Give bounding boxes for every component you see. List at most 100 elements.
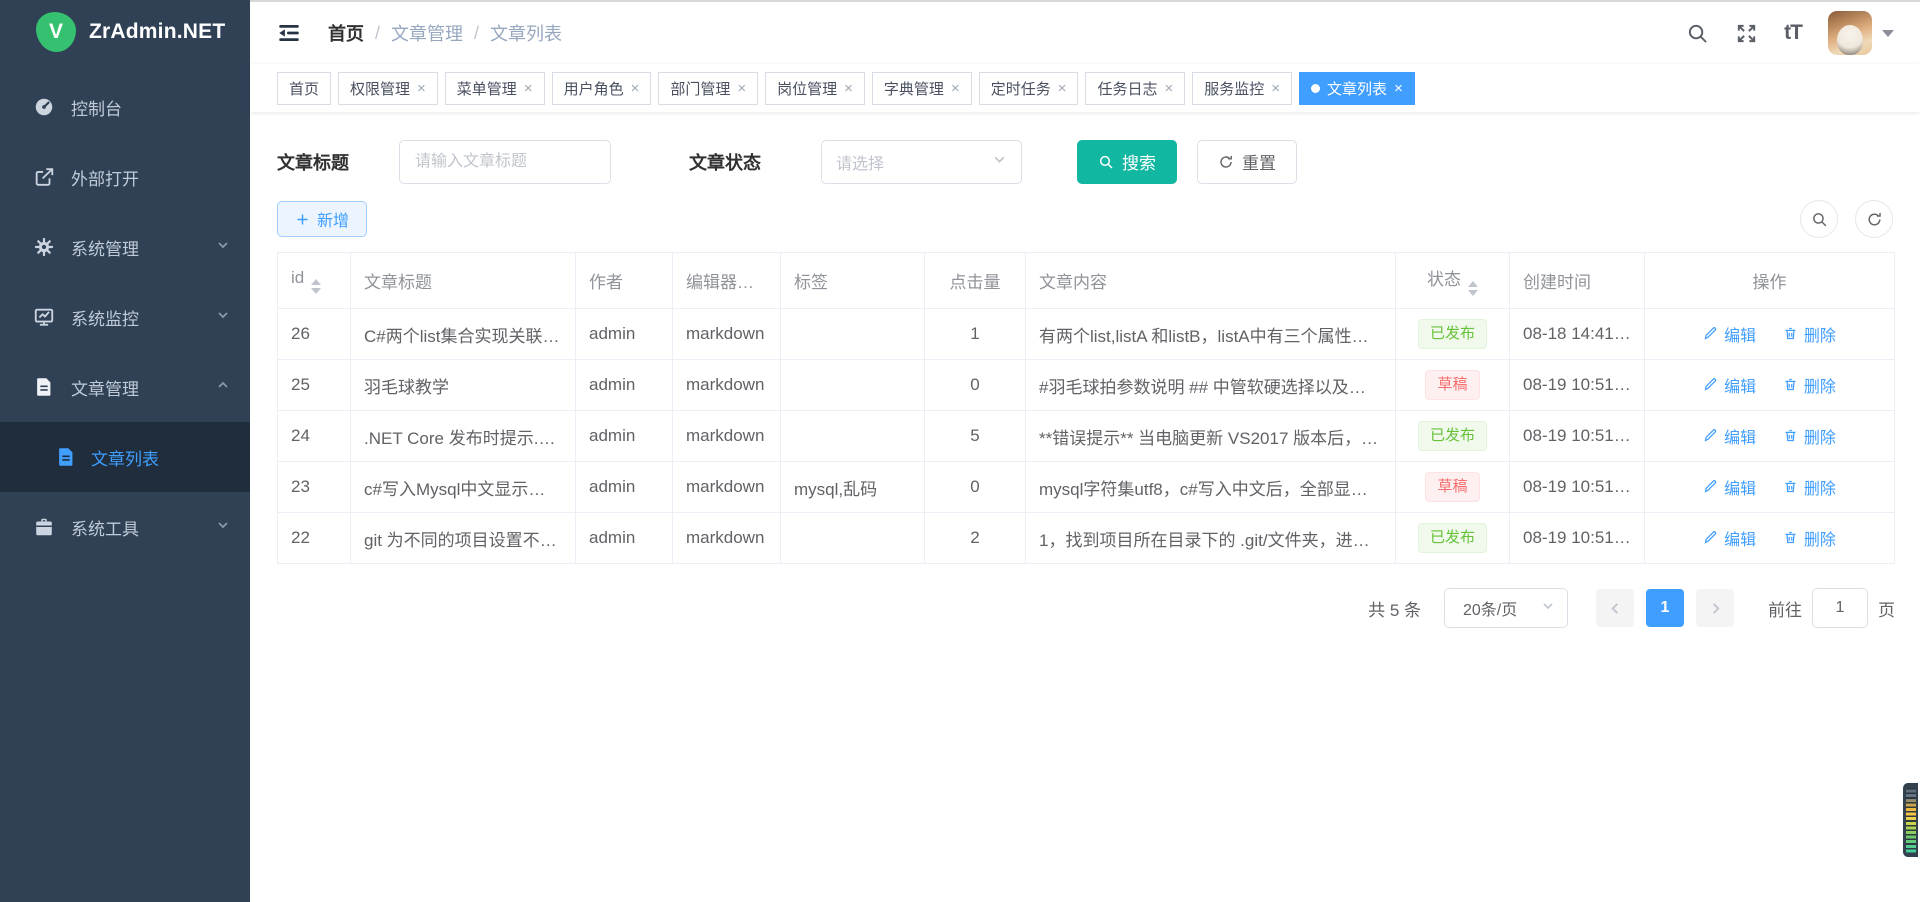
breadcrumb-home[interactable]: 首页 [328,20,364,46]
sidebar-item-label: 系统管理 [71,235,139,260]
sort-icon[interactable] [311,279,321,294]
add-button[interactable]: 新增 [277,201,367,237]
edit-button[interactable]: 编辑 [1703,322,1756,346]
breadcrumb: 首页 / 文章管理 / 文章列表 [328,20,562,46]
close-icon[interactable]: × [1271,81,1280,96]
title-filter-label: 文章标题 [277,149,349,175]
refresh-icon [1218,154,1234,170]
tab-department[interactable]: 部门管理× [658,72,758,105]
search-icon[interactable] [1686,22,1709,45]
tab-dictionary[interactable]: 字典管理× [872,72,972,105]
fullscreen-icon[interactable] [1735,22,1758,45]
breadcrumb-section: 文章管理 [391,20,463,46]
table-row[interactable]: 25 羽毛球教学 admin markdown 0 #羽毛球拍参数说明 ## 中… [278,360,1895,411]
refresh-icon [1866,211,1883,228]
close-icon[interactable]: × [737,81,746,96]
table-row[interactable]: 23 c#写入Mysql中文显示乱码 ... admin markdown my… [278,462,1895,513]
toggle-search-button[interactable] [1800,200,1838,238]
sidebar-item-label: 控制台 [71,95,122,120]
tab-article-list[interactable]: 文章列表× [1299,72,1415,105]
close-icon[interactable]: × [417,81,426,96]
close-icon[interactable]: × [631,81,640,96]
prev-page-button[interactable] [1596,589,1634,627]
tag-tabbar: 首页 权限管理× 菜单管理× 用户角色× 部门管理× 岗位管理× 字典管理× 定… [250,64,1920,112]
status-filter-select[interactable]: 请选择 [821,140,1022,184]
text-size-icon[interactable]: tT [1784,21,1802,45]
breadcrumb-separator: / [474,23,479,44]
toolbox-icon [33,516,55,538]
sidebar-item-system-monitor[interactable]: 系统监控 [0,282,250,352]
page-size-select[interactable]: 20条/页 [1444,588,1568,628]
column-header-status[interactable]: 状态 [1396,253,1510,309]
edit-button[interactable]: 编辑 [1703,373,1756,397]
sidebar-item-article-list[interactable]: 文章列表 [0,422,250,492]
delete-button[interactable]: 删除 [1783,475,1836,499]
chevron-down-icon [1541,599,1555,618]
delete-button[interactable]: 删除 [1783,424,1836,448]
close-icon[interactable]: × [524,81,533,96]
monitor-icon [33,306,55,328]
title-filter-input[interactable] [399,140,611,184]
pencil-icon [1703,326,1718,341]
tab-post[interactable]: 岗位管理× [765,72,865,105]
user-menu[interactable] [1828,11,1894,55]
edit-button[interactable]: 编辑 [1703,475,1756,499]
search-icon [1098,154,1114,170]
sidebar-item-system-admin[interactable]: 系统管理 [0,212,250,282]
table-row[interactable]: 24 .NET Core 发布时提示.NET... admin markdown… [278,411,1895,462]
tab-task-log[interactable]: 任务日志× [1085,72,1185,105]
page-number-button[interactable]: 1 [1646,589,1684,627]
tab-service-monitor[interactable]: 服务监控× [1192,72,1292,105]
delete-button[interactable]: 删除 [1783,526,1836,550]
column-header-tags: 标签 [781,253,925,309]
trash-icon [1783,530,1798,545]
close-icon[interactable]: × [1394,81,1403,96]
reset-button[interactable]: 重置 [1197,140,1297,184]
close-icon[interactable]: × [1058,81,1067,96]
search-button[interactable]: 搜索 [1077,140,1177,184]
close-icon[interactable]: × [1165,81,1174,96]
document-icon [55,446,77,468]
gear-icon [33,236,55,258]
tab-cron-task[interactable]: 定时任务× [979,72,1079,105]
tab-permission[interactable]: 权限管理× [338,72,438,105]
edit-button[interactable]: 编辑 [1703,526,1756,550]
trash-icon [1783,428,1798,443]
pencil-icon [1703,428,1718,443]
app-title: ZrAdmin.NET [89,20,225,44]
app-shell: V ZrAdmin.NET 控制台 外部打开 系统管理 [0,0,1920,902]
pencil-icon [1703,377,1718,392]
table-header-row: id 文章标题 作者 编辑器类型 标签 点击量 文章内容 状态 创建时间 操作 [278,253,1895,309]
close-icon[interactable]: × [951,81,960,96]
tab-home[interactable]: 首页 [277,72,331,105]
tab-user-role[interactable]: 用户角色× [552,72,652,105]
app-logo[interactable]: V ZrAdmin.NET [0,0,250,64]
sidebar-item-dashboard[interactable]: 控制台 [0,72,250,142]
active-tab-dot [1311,84,1320,93]
table-row[interactable]: 26 C#两个list集合实现关联，... admin markdown 1 有… [278,309,1895,360]
edge-meter-widget[interactable] [1903,783,1918,857]
sort-icon[interactable] [1468,281,1478,296]
column-header-id[interactable]: id [278,253,351,309]
chevron-down-icon [216,237,230,257]
search-icon [1811,211,1828,228]
delete-button[interactable]: 删除 [1783,322,1836,346]
column-header-content: 文章内容 [1026,253,1396,309]
delete-button[interactable]: 删除 [1783,373,1836,397]
sidebar-item-article-admin[interactable]: 文章管理 [0,352,250,422]
table-row[interactable]: 22 git 为不同的项目设置不同... admin markdown 2 1，… [278,513,1895,564]
column-header-clicks: 点击量 [925,253,1026,309]
chevron-right-icon [1709,602,1722,615]
avatar[interactable] [1828,11,1872,55]
refresh-table-button[interactable] [1855,200,1893,238]
close-icon[interactable]: × [844,81,853,96]
tab-menu-admin[interactable]: 菜单管理× [445,72,545,105]
goto-page-input[interactable] [1812,588,1868,628]
edit-button[interactable]: 编辑 [1703,424,1756,448]
sidebar-collapse-icon[interactable] [276,20,302,46]
next-page-button[interactable] [1696,589,1734,627]
sidebar-item-label: 系统工具 [71,515,139,540]
sidebar-item-system-tools[interactable]: 系统工具 [0,492,250,562]
pagination: 共 5 条 20条/页 1 前往 页 [277,588,1895,628]
sidebar-item-external-open[interactable]: 外部打开 [0,142,250,212]
